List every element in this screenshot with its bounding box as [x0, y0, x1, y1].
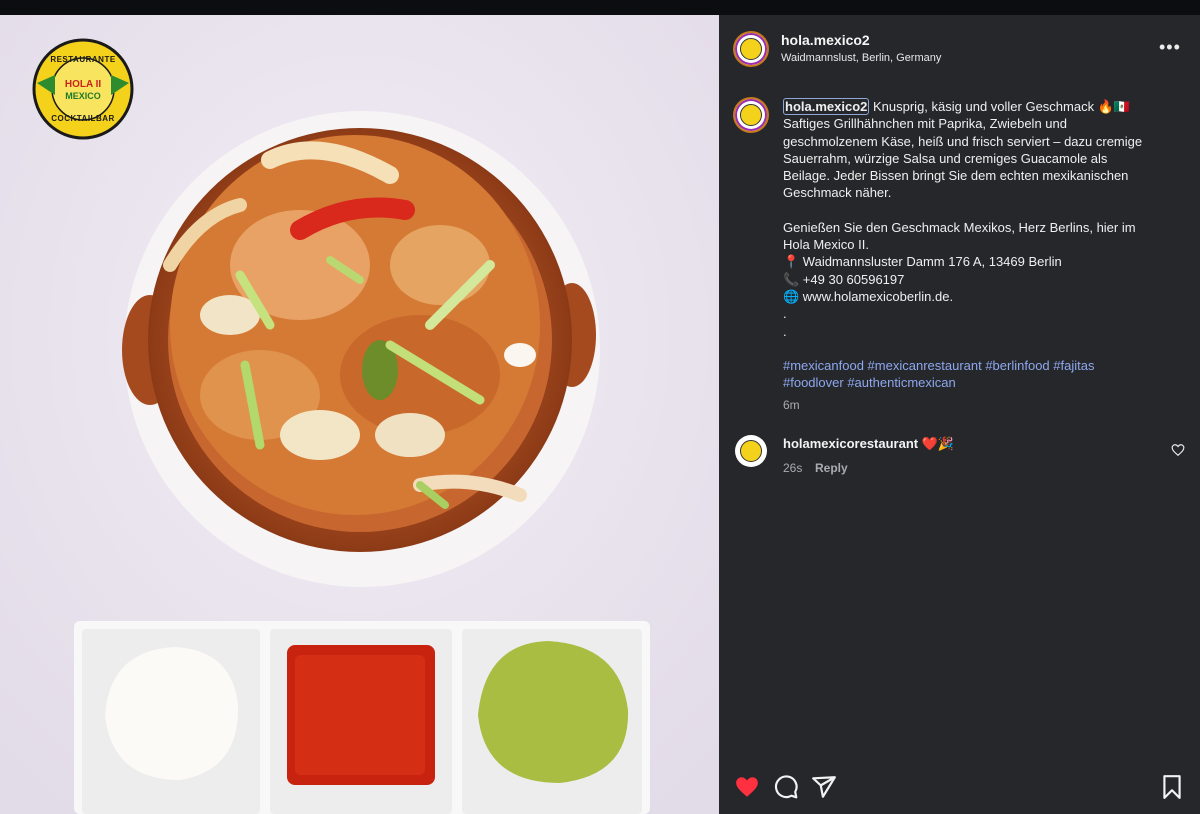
browser-top-bar	[0, 0, 1200, 15]
caption-line: 🌐 www.holamexicoberlin.de.	[783, 288, 954, 304]
logo-avatar-icon	[740, 38, 762, 60]
comment-text: holamexicorestaurant ❤️🎉	[783, 436, 954, 452]
caption-line: Geschmack näher.	[783, 185, 892, 201]
caption-line: Saftiges Grillhähnchen mit Paprika, Zwie…	[783, 116, 1067, 132]
logo-avatar-icon	[740, 104, 762, 126]
caption-line: Beilage. Jeder Bissen bringt Sie dem ech…	[783, 168, 1129, 184]
caption-line: .	[783, 323, 787, 339]
post-image[interactable]: RESTAURANTE HOLA II MEXICO COCKTAILBAR	[0, 15, 719, 814]
caption-line: Genießen Sie den Geschmack Mexikos, Herz…	[783, 219, 1136, 235]
post-panel: hola.mexico2 Waidmannslust, Berlin, Germ…	[719, 15, 1200, 814]
guacamole	[478, 641, 629, 783]
hashtags[interactable]: #mexicanfood #mexicanrestaurant #berlinf…	[783, 357, 1168, 374]
heart-icon[interactable]	[734, 774, 760, 800]
logo-name-line1: HOLA II	[64, 79, 102, 90]
bookmark-icon[interactable]	[1159, 774, 1185, 800]
caption-line: Knusprig, käsig und voller Geschmack 🔥🇲🇽	[869, 99, 1131, 114]
fajitas-photo	[0, 15, 719, 814]
post-time[interactable]: 6m	[783, 398, 800, 412]
comment-emoji: ❤️🎉	[918, 436, 955, 451]
comment-avatar[interactable]	[735, 435, 767, 467]
caption-line: .	[783, 306, 787, 322]
logo-top-text: RESTAURANTE	[50, 55, 116, 64]
logo-avatar-icon	[740, 440, 762, 462]
dip-tray	[74, 621, 650, 814]
caption-line: 📞 +49 30 60596197	[783, 271, 905, 287]
more-options-icon[interactable]: •••	[1159, 37, 1181, 58]
logo-name-line2: MEXICO	[65, 91, 101, 101]
profile-avatar[interactable]	[733, 31, 769, 67]
caption-avatar[interactable]	[733, 97, 769, 133]
caption-line: Hola Mexico II.	[783, 237, 869, 253]
comment-username[interactable]: holamexicorestaurant	[783, 436, 918, 451]
caption-line: Sauerrahm, würzige Salsa und cremiges Gu…	[783, 150, 1108, 166]
caption-line: 📍 Waidmannsluster Damm 176 A, 13469 Berl…	[783, 254, 1062, 270]
fajita-food	[163, 135, 540, 515]
caption-username[interactable]: hola.mexico2	[783, 98, 870, 115]
caption-line: geschmolzenem Käse, heiß und frisch serv…	[783, 133, 1143, 149]
post-username[interactable]: hola.mexico2	[781, 32, 870, 48]
share-icon[interactable]	[811, 774, 837, 800]
sour-cream	[105, 647, 239, 780]
caption-line	[783, 202, 1168, 219]
comment-like-icon[interactable]	[1171, 443, 1185, 457]
post-caption: hola.mexico2 Knusprig, käsig und voller …	[783, 98, 1168, 391]
hashtags[interactable]: #foodlover #authenticmexican	[783, 374, 1168, 391]
comment-time: 26s	[783, 461, 803, 475]
logo-bottom-text: COCKTAILBAR	[51, 114, 115, 123]
reply-button[interactable]: Reply	[815, 461, 848, 475]
post-location[interactable]: Waidmannslust, Berlin, Germany	[781, 52, 941, 64]
comment-icon[interactable]	[773, 774, 799, 800]
